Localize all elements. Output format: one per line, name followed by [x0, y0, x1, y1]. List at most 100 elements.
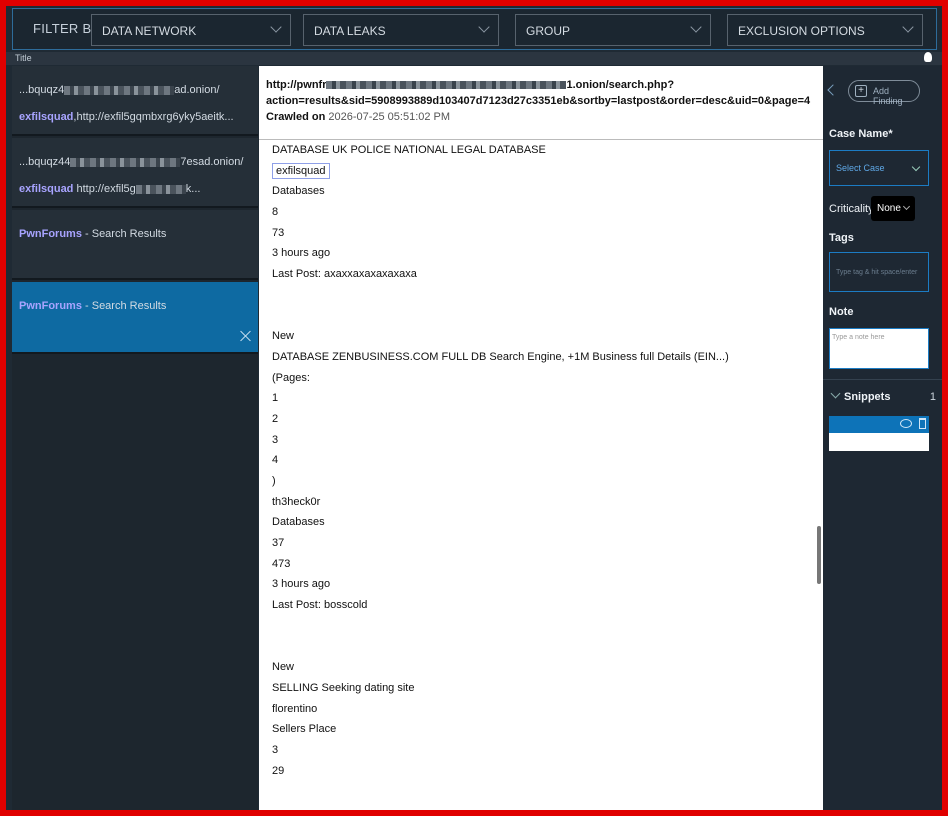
result-title-text: - Search Results [81, 228, 167, 240]
case-select[interactable]: Select Case [829, 150, 929, 186]
text-line: florentino [272, 699, 812, 720]
result-source-line: exfilsquad http://exfil5g k... [19, 183, 200, 195]
text-line-content: 37 [272, 537, 285, 550]
text-line: DATABASE UK POLICE NATIONAL LEGAL DATABA… [272, 140, 812, 161]
tags-label: Tags [829, 232, 854, 244]
redacted-block [135, 184, 186, 194]
tags-input[interactable]: Type tag & hit space/enter [829, 252, 929, 292]
text-line: Databases [272, 181, 812, 202]
page-url-line1: http://pwnfr 1.onion/search.php? [266, 77, 823, 93]
chevron-down-icon [911, 162, 921, 172]
lightbulb-icon[interactable] [924, 52, 932, 62]
text-line-content: 4 [272, 454, 279, 467]
close-icon[interactable] [240, 330, 252, 342]
tags-placeholder: Type tag & hit space/enter [836, 269, 918, 276]
text-line: Databases [272, 512, 812, 533]
result-source[interactable]: PwnForums [19, 228, 82, 240]
note-input[interactable]: Type a note here [829, 328, 929, 369]
add-finding-button[interactable]: + Add Finding [848, 80, 920, 106]
text-line: 3 [272, 740, 812, 761]
text-line-content: 73 [272, 226, 285, 239]
text-line: 473 [272, 554, 812, 575]
text-line-content: Last Post: bosscold [272, 599, 368, 612]
result-url: ...bquqz4 ad.onion/ [19, 84, 220, 96]
text-line-content: 29 [272, 764, 285, 777]
title-column-label: Title [15, 53, 32, 63]
divider [823, 379, 942, 380]
note-placeholder: Type a note here [832, 334, 885, 341]
text-line-content: DATABASE UK POLICE NATIONAL LEGAL DATABA… [272, 144, 546, 156]
result-source[interactable]: PwnForums [19, 300, 82, 312]
snippets-count: 1 [929, 391, 936, 403]
text-line: 2 [272, 409, 812, 430]
text-line-content: 1 [272, 392, 279, 405]
text-line-content: (Pages: [272, 371, 310, 384]
criticality-select[interactable]: None [871, 196, 915, 221]
text-line-content: SELLING Seeking dating site [272, 681, 415, 694]
redacted-block [70, 157, 181, 167]
chevron-down-icon [902, 21, 914, 33]
criticality-value: None [877, 203, 901, 214]
filter-group[interactable]: GROUP [515, 14, 711, 46]
filter-data-leaks[interactable]: DATA LEAKS [303, 14, 499, 46]
text-line-content: New [272, 661, 295, 674]
text-line: Sellers Place [272, 719, 812, 740]
chevron-down-icon [270, 21, 282, 33]
crawled-timestamp: 2026-07-25 05:51:02 PM [328, 111, 451, 123]
text-line: 73 [272, 223, 812, 244]
trash-icon[interactable] [919, 418, 926, 429]
result-source[interactable]: exfilsquad [19, 183, 73, 195]
result-link-end: k... [185, 183, 201, 195]
text-line [272, 285, 812, 306]
case-name-label: Case Name* [829, 128, 893, 140]
text-line-content: 3 [272, 743, 279, 756]
list-item[interactable]: PwnForums - Search Results [12, 210, 258, 280]
text-line-content: 8 [272, 206, 279, 219]
note-label: Note [829, 306, 854, 318]
text-line [272, 616, 812, 637]
result-title: PwnForums - Search Results [19, 300, 166, 312]
list-item[interactable]: ...bquqz4 ad.onion/ exfilsquad,http://exf… [12, 66, 258, 136]
redacted-block [64, 85, 175, 95]
page-url-start: http://pwnfr [266, 79, 327, 91]
chevron-down-icon[interactable] [830, 388, 841, 399]
add-finding-label: Add Finding [873, 86, 903, 106]
snippet-card[interactable] [829, 416, 929, 451]
list-item[interactable]: ...bquqz44 7esad.onion/ exfilsquad http:/… [12, 138, 258, 208]
text-line-content: Databases [272, 185, 325, 198]
text-line: ) [272, 471, 812, 492]
text-line-content: 3 hours ago [272, 578, 331, 591]
text-line-content: 473 [272, 557, 291, 570]
text-line-content: 2 [272, 412, 279, 425]
result-source[interactable]: exfilsquad [19, 111, 73, 123]
chevron-left-icon[interactable] [827, 84, 839, 96]
text-line-content: Databases [272, 516, 325, 529]
result-url-end: ad.onion/ [174, 84, 220, 96]
snippets-label[interactable]: Snippets [844, 391, 890, 403]
text-line: New [272, 657, 812, 678]
result-title: PwnForums - Search Results [19, 228, 166, 240]
eye-icon[interactable] [900, 419, 912, 428]
text-line: (Pages: [272, 368, 812, 389]
finding-panel: + Add Finding Case Name* Select Case Cri… [823, 66, 942, 810]
text-line: Last Post: axaxxaxaxaxaxaxa [272, 264, 812, 285]
filter-data-network[interactable]: DATA NETWORK [91, 14, 291, 46]
result-link: ,http://exfil5gqmbxrg6yky5aeitk... [73, 111, 234, 123]
snippet-card-header [829, 416, 929, 433]
result-url-end: 7esad.onion/ [180, 156, 244, 168]
filter-bar: FILTER BY: DATA NETWORK DATA LEAKS GROUP… [12, 8, 937, 50]
text-line: 4 [272, 450, 812, 471]
list-item-selected[interactable]: PwnForums - Search Results [12, 282, 258, 354]
text-line: Last Post: bosscold [272, 595, 812, 616]
text-line: 29 [272, 761, 812, 782]
text-line: DATABASE ZENBUSINESS.COM FULL DB Search … [272, 347, 812, 368]
content-header: http://pwnfr 1.onion/search.php? action=r… [259, 66, 823, 140]
text-line-content: 3 [272, 433, 279, 446]
result-title-text: - Search Results [81, 300, 167, 312]
text-line [272, 637, 812, 658]
text-line-content: ) [272, 475, 276, 487]
text-line: 37 [272, 533, 812, 554]
filter-exclusion-options[interactable]: EXCLUSION OPTIONS [727, 14, 923, 46]
redacted-block [326, 81, 567, 90]
vertical-scrollbar[interactable] [817, 526, 821, 584]
